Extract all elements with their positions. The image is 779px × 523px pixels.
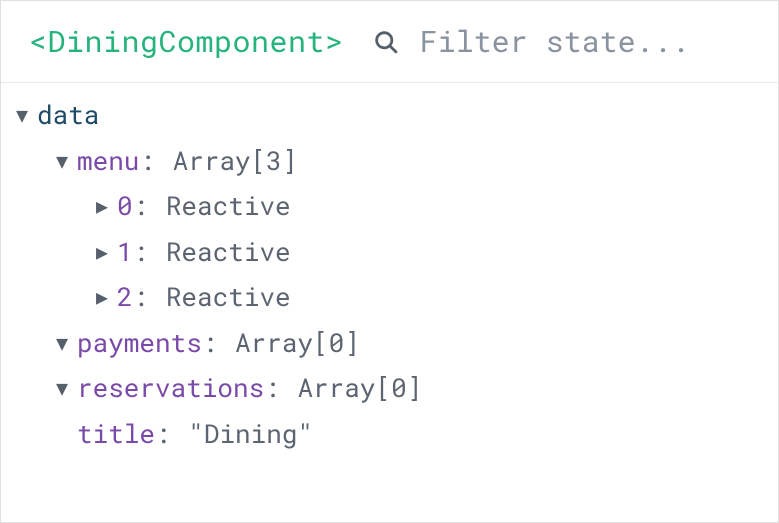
colon: : bbox=[264, 366, 295, 412]
colon: : bbox=[133, 275, 164, 321]
chevron-right-icon[interactable]: ▶ bbox=[87, 189, 117, 224]
chevron-down-icon[interactable]: ▼ bbox=[7, 98, 37, 133]
filter-wrap bbox=[372, 21, 750, 62]
colon: : bbox=[133, 230, 164, 276]
chevron-right-icon[interactable]: ▶ bbox=[87, 280, 117, 315]
tree-node-title[interactable]: ▶ title: "Dining" bbox=[7, 412, 772, 458]
chevron-down-icon[interactable]: ▼ bbox=[47, 144, 77, 179]
tree-node-menu-1[interactable]: ▶ 1: Reactive bbox=[7, 230, 772, 276]
colon: : bbox=[202, 321, 233, 367]
tree-node-menu-0[interactable]: ▶ 0: Reactive bbox=[7, 184, 772, 230]
chevron-down-icon[interactable]: ▼ bbox=[47, 371, 77, 406]
tree-node-value: "Dining" bbox=[188, 412, 313, 458]
search-icon bbox=[372, 28, 400, 56]
tree-node-reservations[interactable]: ▼ reservations: Array[0] bbox=[7, 366, 772, 412]
tree-node-key: 0 bbox=[117, 184, 133, 230]
tree-node-key: 2 bbox=[117, 275, 133, 321]
tree-node-value: Reactive bbox=[166, 275, 291, 321]
chevron-down-icon[interactable]: ▼ bbox=[47, 326, 77, 361]
tree-node-key: reservations bbox=[77, 366, 264, 412]
component-name: <DiningComponent> bbox=[29, 22, 344, 61]
tree-node-value: Array[3] bbox=[173, 139, 298, 185]
tree-node-value: Array[0] bbox=[297, 366, 422, 412]
tree-node-value: Reactive bbox=[166, 230, 291, 276]
colon: : bbox=[139, 139, 170, 185]
tree-node-menu[interactable]: ▼ menu: Array[3] bbox=[7, 139, 772, 185]
filter-input[interactable] bbox=[418, 21, 750, 62]
tree-node-payments[interactable]: ▼ payments: Array[0] bbox=[7, 321, 772, 367]
state-inspector-panel: <DiningComponent> ▼ data ▼ menu: Array[3… bbox=[0, 0, 779, 523]
tree-node-value: Reactive bbox=[166, 184, 291, 230]
tree-node-key: payments bbox=[77, 321, 202, 367]
tree-node-value: Array[0] bbox=[235, 321, 360, 367]
tree-node-data[interactable]: ▼ data bbox=[7, 93, 772, 139]
inspector-header: <DiningComponent> bbox=[1, 1, 778, 83]
tree-node-label: data bbox=[37, 93, 99, 139]
tree-node-key: menu bbox=[77, 139, 139, 185]
colon: : bbox=[133, 184, 164, 230]
state-tree: ▼ data ▼ menu: Array[3] ▶ 0: Reactive ▶ … bbox=[1, 83, 778, 457]
tree-node-key: 1 bbox=[117, 230, 133, 276]
tree-node-key: title bbox=[77, 412, 155, 458]
colon: : bbox=[155, 412, 186, 458]
chevron-right-icon[interactable]: ▶ bbox=[87, 235, 117, 270]
tree-node-menu-2[interactable]: ▶ 2: Reactive bbox=[7, 275, 772, 321]
